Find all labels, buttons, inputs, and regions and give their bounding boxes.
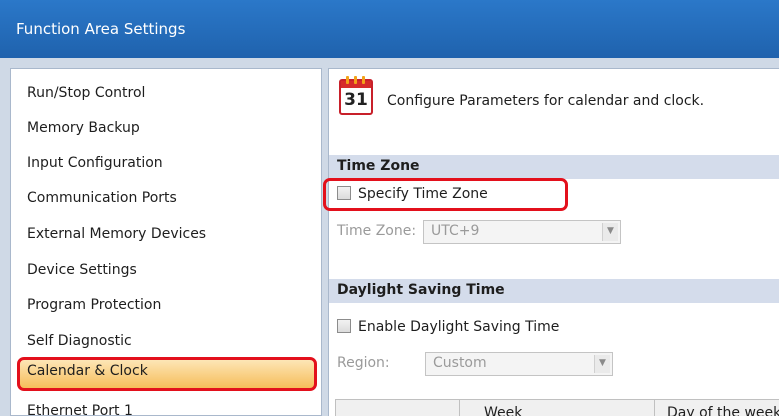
intro-text: Configure Parameters for calendar and cl… <box>387 93 705 109</box>
specify-time-zone-checkbox[interactable]: Specify Time Zone <box>337 186 488 210</box>
checkbox-box[interactable] <box>337 319 351 333</box>
sidebar-item-program-protection[interactable]: Program Protection <box>17 291 317 321</box>
daylight-saving-header: Daylight Saving Time <box>329 279 779 303</box>
sidebar-item-calendar-clock[interactable]: Calendar & Clock <box>17 357 317 391</box>
enable-dst-checkbox[interactable]: Enable Daylight Saving Time <box>337 319 559 343</box>
settings-category-list: Run/Stop Control Memory Backup Input Con… <box>10 68 322 416</box>
dst-grid-header: Week Day of the week <box>335 399 779 416</box>
time-zone-label: Time Zone: <box>337 223 417 239</box>
time-zone-header: Time Zone <box>329 155 779 179</box>
window-title: Function Area Settings <box>16 20 186 38</box>
specify-time-zone-label: Specify Time Zone <box>358 186 488 202</box>
region-value: Custom <box>433 355 487 371</box>
window-title-bar: Function Area Settings <box>0 0 779 58</box>
sidebar-item-ethernet-port-1[interactable]: Ethernet Port 1 <box>17 397 317 416</box>
region-select[interactable]: Custom ▼ <box>425 352 613 376</box>
dialog-body: Run/Stop Control Memory Backup Input Con… <box>0 58 779 416</box>
chevron-down-icon[interactable]: ▼ <box>602 223 618 241</box>
grid-header-day-of-week[interactable]: Day of the week <box>655 400 779 416</box>
time-zone-select[interactable]: UTC+9 ▼ <box>423 220 621 244</box>
sidebar-item-run-stop-control[interactable]: Run/Stop Control <box>17 79 317 109</box>
time-zone-value: UTC+9 <box>431 223 480 239</box>
chevron-down-icon[interactable]: ▼ <box>594 355 610 373</box>
region-label: Region: <box>337 355 390 371</box>
sidebar-item-device-settings[interactable]: Device Settings <box>17 256 317 286</box>
sidebar-item-input-configuration[interactable]: Input Configuration <box>17 149 317 179</box>
enable-dst-label: Enable Daylight Saving Time <box>358 319 560 335</box>
grid-header-blank <box>336 400 460 416</box>
sidebar-item-memory-backup[interactable]: Memory Backup <box>17 114 317 144</box>
calendar-icon-number: 31 <box>344 90 368 110</box>
grid-header-week[interactable]: Week <box>460 400 655 416</box>
calendar-icon: 31 <box>339 76 373 115</box>
sidebar-item-external-memory-devices[interactable]: External Memory Devices <box>17 220 317 250</box>
sidebar-item-self-diagnostic[interactable]: Self Diagnostic <box>17 327 317 357</box>
checkbox-box[interactable] <box>337 186 351 200</box>
sidebar-item-communication-ports[interactable]: Communication Ports <box>17 184 317 214</box>
settings-content-panel: 31 Configure Parameters for calendar and… <box>323 68 779 416</box>
